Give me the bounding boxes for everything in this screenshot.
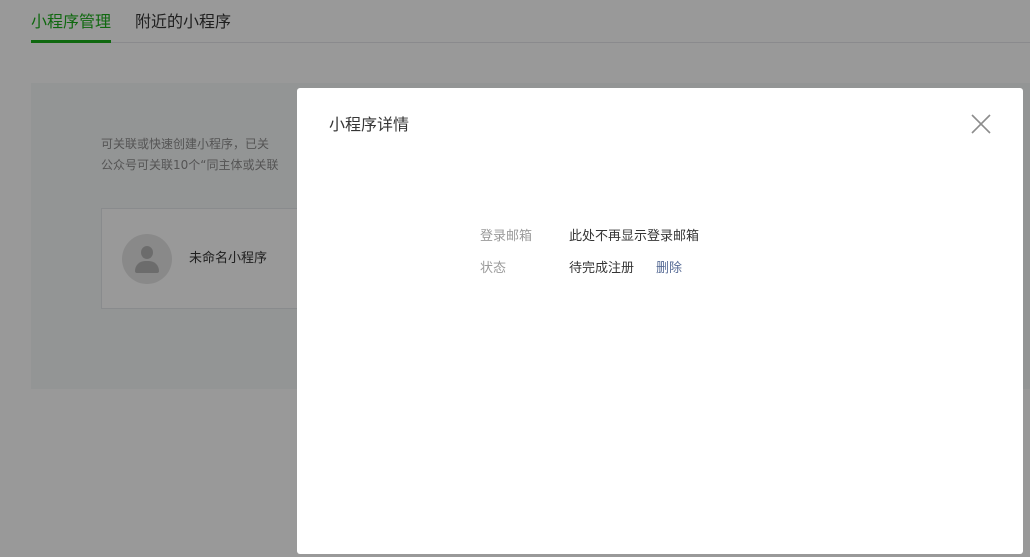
close-icon[interactable] xyxy=(969,112,993,136)
miniprogram-detail-dialog: 小程序详情 登录邮箱 此处不再显示登录邮箱 状态 待完成注册 删除 xyxy=(297,88,1023,554)
status-value: 待完成注册 xyxy=(569,261,635,276)
dialog-title: 小程序详情 xyxy=(329,115,410,134)
status-label: 状态 xyxy=(480,261,507,276)
delete-link[interactable]: 删除 xyxy=(656,259,682,279)
login-email-label: 登录邮箱 xyxy=(480,229,533,244)
login-email-value: 此处不再显示登录邮箱 xyxy=(569,229,700,244)
